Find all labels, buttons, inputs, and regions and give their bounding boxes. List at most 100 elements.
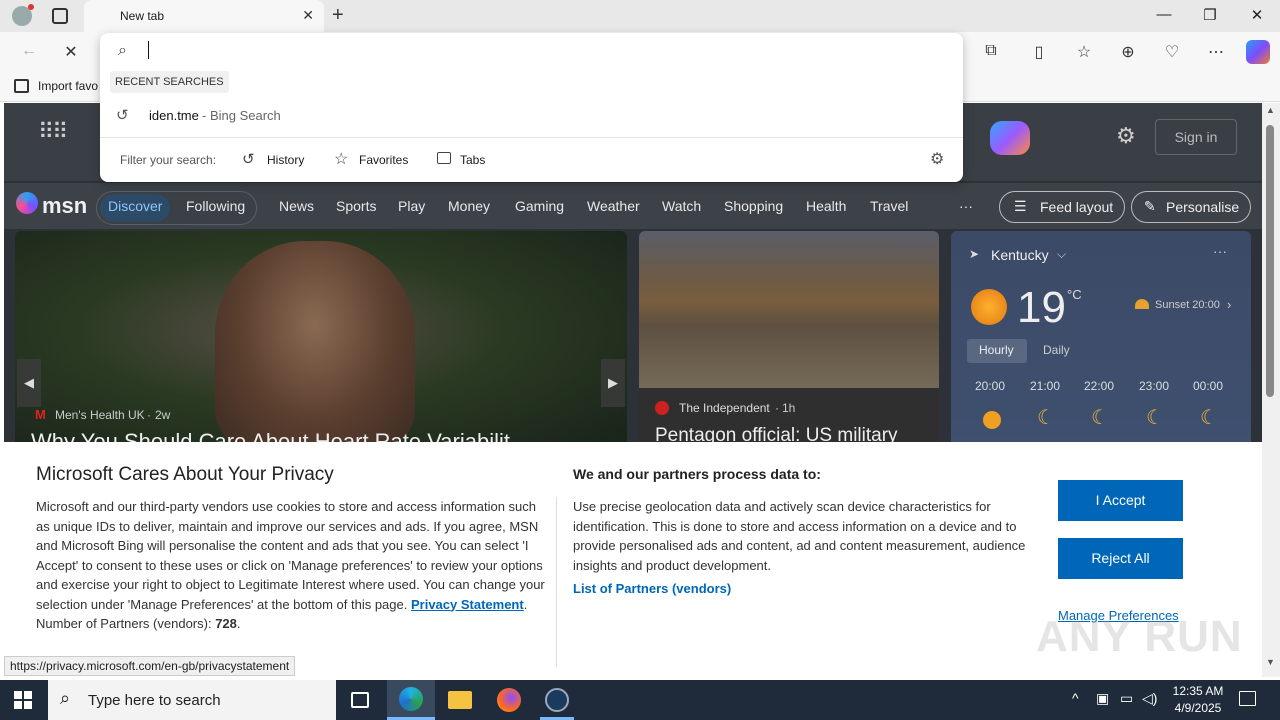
performance-icon[interactable]: ♡ [1161,42,1183,62]
weather-hour-5: 00:00 [1193,379,1224,393]
sunset-icon [1135,299,1149,309]
recent-search-item[interactable]: ↺ iden.tme - Bing Search [100,101,963,129]
scroll-down-icon[interactable]: ▼ [1266,657,1275,667]
tab-play[interactable]: Play [398,198,425,214]
weather-more-icon[interactable]: ··· [1213,243,1227,259]
scroll-up-icon[interactable]: ▲ [1266,105,1275,115]
sunset-chevron-icon[interactable]: › [1227,297,1231,312]
apps-grid-icon[interactable]: ⠿⠿ [38,121,68,143]
firefox-icon[interactable] [497,688,521,712]
settings-gear-icon[interactable]: ⚙ [1116,123,1136,149]
close-tab-icon[interactable]: ✕ [302,7,314,24]
reject-all-button[interactable]: Reject All [1058,538,1183,579]
back-icon[interactable]: ← [18,42,40,60]
split-screen-icon[interactable]: ▯ [1028,42,1050,62]
hero-card[interactable]: ◀ ▶ M Men's Health UK · 2w Why You Shoul… [15,231,627,451]
tray-device-icon[interactable]: ▣ [1096,690,1109,707]
edge-taskbar-active[interactable] [387,680,435,720]
feed-layout-label: Feed layout [1040,199,1114,215]
feed-layout-button[interactable]: ☰ Feed layout [999,191,1125,223]
notifications-icon[interactable] [1239,691,1256,706]
tab-actions-icon[interactable] [52,8,68,24]
address-input[interactable] [148,41,928,61]
tab-shopping[interactable]: Shopping [724,198,783,214]
msn-logo-text[interactable]: msn [42,193,87,219]
taskbar-search-box[interactable]: ⌕ Type here to search [48,680,336,720]
taskbar-search-icon: ⌕ [60,688,71,708]
carousel-next-button[interactable]: ▶ [601,359,625,407]
hero-age: 2w [155,408,171,422]
favorites-star-icon[interactable]: ☆ [1073,42,1095,62]
volume-icon[interactable]: ◁) [1142,690,1157,707]
privacy-right-title: We and our partners process data to: [573,466,821,482]
hero-source: Men's Health UK [55,408,145,422]
collections-icon[interactable]: ⊕ [1117,42,1139,62]
partners-count: 728 [215,616,237,631]
extensions-icon[interactable]: ⧉ [980,42,1002,60]
page-scrollbar[interactable]: ▲ ▼ [1262,103,1280,677]
tab-gaming[interactable]: Gaming [515,198,564,214]
weather-tab-hourly[interactable]: Hourly [979,343,1014,357]
accept-button[interactable]: I Accept [1058,480,1183,521]
steam-icon[interactable] [545,688,569,712]
star-icon: ☆ [334,151,349,168]
task-view-icon[interactable] [351,692,369,708]
close-window-icon[interactable]: ✕ [1245,6,1269,24]
location-arrow-icon: ➤ [969,247,980,261]
search-settings-gear-icon[interactable]: ⚙ [930,149,944,169]
privacy-body: Microsoft and our third-party vendors us… [36,499,545,631]
copilot-search-icon[interactable] [990,121,1030,155]
tab-weather[interactable]: Weather [587,198,640,214]
sun-small-icon [983,411,1001,429]
msn-logo-icon[interactable] [16,192,38,214]
tab-travel[interactable]: Travel [870,198,908,214]
tab-health[interactable]: Health [806,198,846,214]
privacy-right-body: Use precise geolocation data and activel… [573,499,1026,573]
restore-icon[interactable]: ❐ [1198,6,1222,24]
weather-hour-1: 20:00 [975,379,1006,393]
weather-sunset: Sunset 20:00 [1155,299,1220,311]
tab-title: New tab [120,9,165,23]
scroll-thumb[interactable] [1266,125,1274,397]
minimize-icon[interactable]: — [1152,6,1176,23]
tab-watch[interactable]: Watch [662,198,701,214]
list-of-partners-link[interactable]: List of Partners (vendors) [573,581,731,596]
sign-in-button[interactable]: Sign in [1155,119,1237,155]
new-tab-icon[interactable]: + [332,4,344,27]
privacy-title: Microsoft Cares About Your Privacy [36,464,334,485]
location-chevron-down-icon[interactable]: ⌵ [1057,247,1066,262]
moon-icon: ☾ [1037,407,1055,429]
tab-sports[interactable]: Sports [336,198,376,214]
tab-new-tab[interactable]: New tab ✕ [84,0,324,32]
weather-tab-daily[interactable]: Daily [1043,343,1070,357]
tabs-icon [437,152,451,164]
file-explorer-icon[interactable] [448,691,472,709]
card-age: 1h [782,401,796,415]
carousel-prev-button[interactable]: ◀ [17,359,41,407]
import-favorites-link[interactable]: Import favo [38,79,98,93]
clock-time[interactable]: 12:35 AM [1172,684,1224,698]
tab-money[interactable]: Money [448,198,490,214]
privacy-statement-link[interactable]: Privacy Statement [411,597,524,612]
filter-label: Filter your search: [120,153,217,167]
tab-following[interactable]: Following [186,198,245,214]
recent-searches-badge: RECENT SEARCHES [110,71,229,93]
weather-card[interactable]: ➤ Kentucky ⌵ ··· 19 °C Sunset 20:00 › Ho… [951,231,1251,451]
personalise-button[interactable]: ✎ Personalise [1131,191,1251,223]
clock-date[interactable]: 4/9/2025 [1172,701,1224,715]
more-menu-icon[interactable]: ⋯ [1205,42,1227,62]
tab-news[interactable]: News [279,198,314,214]
network-icon[interactable]: ▭ [1120,690,1133,707]
copilot-icon[interactable] [1246,40,1270,64]
omnibox-divider [100,137,963,138]
news-card[interactable]: The Independent · 1h Pentagon official: … [639,231,939,451]
tab-discover-label[interactable]: Discover [108,198,162,214]
windows-taskbar: ⌕ Type here to search ^ ▣ ▭ ◁) 12:35 AM … [0,680,1280,720]
windows-start-icon[interactable] [14,691,32,709]
weather-location[interactable]: Kentucky [991,247,1049,263]
tray-overflow-icon[interactable]: ^ [1072,690,1079,706]
more-tabs-button[interactable]: ··· [959,198,973,214]
card-desert-image [639,231,939,388]
notification-dot [28,4,34,10]
stop-loading-icon[interactable]: ✕ [60,42,82,62]
